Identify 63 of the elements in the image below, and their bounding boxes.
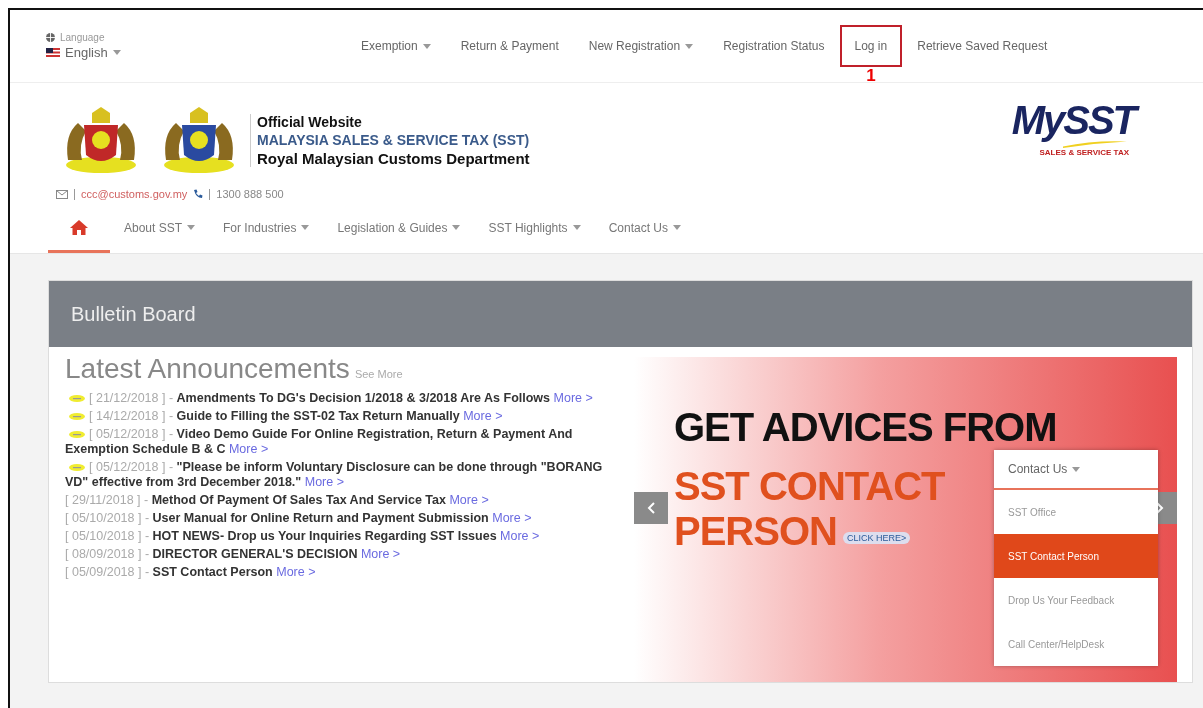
banner-headline: PERSON: [674, 509, 837, 554]
main-nav-tab[interactable]: For Industries: [209, 205, 324, 253]
main-nav-tab[interactable]: Legislation & Guides: [323, 205, 475, 253]
more-link[interactable]: More >: [500, 529, 540, 543]
announcements-heading: Latest Announcements: [65, 353, 350, 385]
chevron-left-icon: [647, 502, 655, 514]
announcement-text: [ 05/10/2018 ] - User Manual for Online Return and Payment Submission More >: [65, 511, 533, 526]
language-label: Language: [60, 32, 105, 43]
announcement-text: [ 05/09/2018 ] - SST Contact Person More >: [65, 565, 317, 580]
previous-button[interactable]: [634, 492, 668, 524]
more-link[interactable]: More >: [304, 475, 344, 489]
banner-headline: GET ADVICES FROM: [674, 405, 1057, 450]
more-link[interactable]: More >: [463, 409, 503, 423]
announcement-text: [ 05/10/2018 ] - HOT NEWS- Drop us Your Inquiries Regarding SST Issues More >: [65, 529, 541, 544]
menu-item[interactable]: SST Office: [994, 490, 1158, 534]
more-link[interactable]: More >: [553, 391, 593, 405]
phone-icon: [193, 189, 204, 199]
top-nav-link[interactable]: Exemption: [346, 25, 446, 67]
main-nav-tab[interactable]: Contact Us: [594, 205, 695, 253]
announcement-text: [ 29/11/2018 ] - Method Of Payment Of Sales Tax And Service Tax More >: [65, 493, 490, 508]
see-more-link[interactable]: See More: [354, 368, 403, 380]
more-link[interactable]: More >: [360, 547, 401, 561]
announcement-text: [ 21/12/2018 ] - Amendments To DG's Decision 1/2018 & 3/2018 Are As Follows More >: [65, 391, 620, 406]
announcement-text: [ 05/12/2018 ] - Video Demo Guide For Online Registration, Return & Payment And Exemption Schedule B & C More >: [65, 427, 574, 457]
mail-icon: [56, 189, 68, 199]
phone-number: 1300 888 500: [216, 188, 284, 200]
caret-icon: [673, 225, 681, 230]
menu-item[interactable]: Call Center/HelpDesk: [994, 622, 1158, 666]
menu-item[interactable]: Drop Us Your Feedback: [994, 578, 1158, 622]
flag-icon: [46, 48, 60, 57]
main-nav-tab[interactable]: SST Highlights: [474, 205, 595, 253]
logo-tagline: SALES & SERVICE TAX: [1039, 147, 1129, 157]
language-select[interactable]: English: [65, 45, 121, 60]
site-title: MALAYSIA SALES & SERVICE TAX (SST): [257, 131, 530, 148]
bulletin-title: Bulletin Board: [49, 281, 1192, 347]
announcement-text: [ 14/12/2018 ] - Guide to Filling the SST-02 Tax Return Manually More >: [65, 409, 620, 424]
top-nav-link[interactable]: Return & Payment: [445, 25, 574, 67]
announcement-text: [ 05/12/2018 ] - "Please be inform Voluntary Disclosure can be done through "BORANG VD" effective from 3rd December 2018." More >: [65, 460, 604, 490]
more-link[interactable]: More >: [276, 565, 316, 579]
department-name: Royal Malaysian Customs Department: [257, 149, 530, 167]
top-nav-link[interactable]: New Registration: [573, 25, 709, 67]
click-here-link[interactable]: CLICK HERE>: [842, 532, 911, 544]
caret-icon: [572, 225, 581, 230]
email-link[interactable]: ccc@customs.gov.my: [81, 188, 188, 200]
top-nav-link[interactable]: Registration Status: [708, 25, 840, 67]
announcement-text: [ 08/09/2018 ] - DIRECTOR GENERAL'S DECISION More >: [65, 547, 402, 562]
caret-icon: [301, 225, 310, 230]
menu-item[interactable]: SST Contact Person: [994, 534, 1158, 578]
more-link[interactable]: More >: [492, 511, 532, 525]
more-link[interactable]: More >: [228, 442, 269, 456]
caret-icon: [452, 225, 461, 230]
globe-icon: [46, 33, 55, 42]
more-link[interactable]: More >: [449, 493, 489, 507]
caret-icon: [187, 225, 196, 230]
site-title: Official Website: [257, 113, 363, 130]
home-icon: [70, 220, 88, 235]
banner-headline: SST CONTACT: [674, 464, 945, 509]
top-nav-link[interactable]: Retrieve Saved Request: [902, 25, 1063, 67]
caret-icon: [1072, 466, 1081, 472]
annotation-number: 1: [866, 66, 876, 86]
main-nav-tab[interactable]: About SST: [110, 205, 210, 253]
contact-us-menu[interactable]: Contact Us: [994, 450, 1158, 490]
caret-icon: [112, 50, 121, 55]
